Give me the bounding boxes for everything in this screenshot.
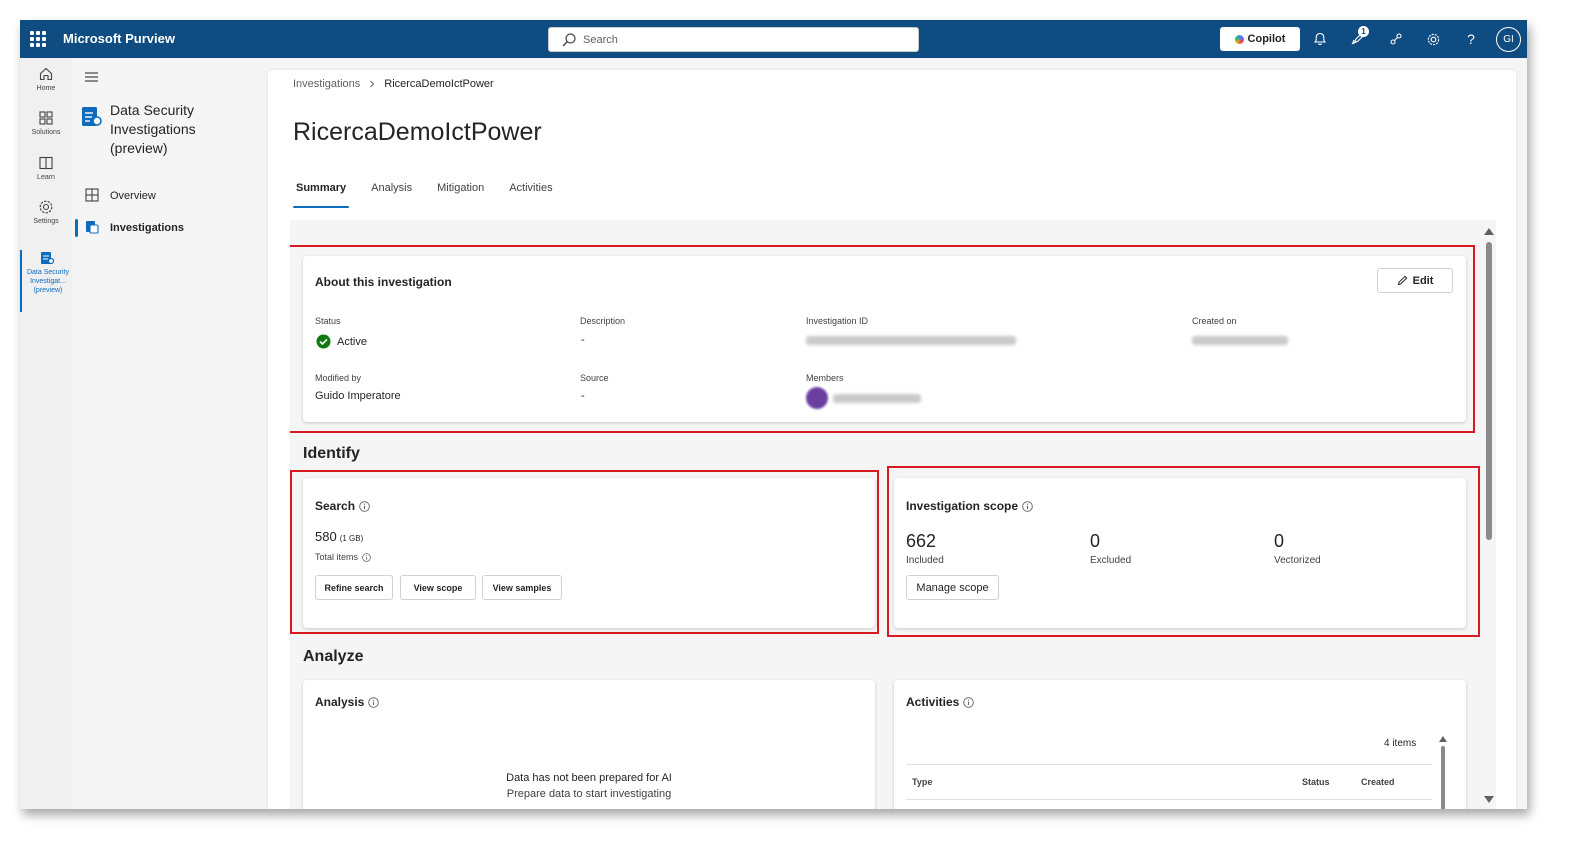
analysis-empty-subtitle: Prepare data to start investigating <box>506 788 672 800</box>
highlight-search <box>290 470 879 634</box>
app-title[interactable]: Microsoft Purview <box>63 31 175 46</box>
info-icon[interactable] <box>368 696 380 708</box>
tab-summary[interactable]: Summary <box>293 182 350 208</box>
tab-mitigation[interactable]: Mitigation <box>434 182 487 208</box>
breadcrumb-current: RicercaDemoIctPower <box>384 78 494 90</box>
rocket-icon[interactable]: 1 <box>1348 26 1369 49</box>
analysis-card-title: Analysis <box>315 695 380 709</box>
scroll-up-icon[interactable] <box>1484 228 1494 235</box>
rail-item-solutions[interactable]: Solutions <box>20 110 72 137</box>
bell-icon[interactable] <box>1310 29 1330 49</box>
user-avatar[interactable]: GI <box>1496 27 1521 52</box>
scroll-down-icon[interactable] <box>1484 796 1494 803</box>
waffle-icon[interactable] <box>30 31 46 47</box>
hamburger-icon[interactable] <box>84 70 100 89</box>
sidenav-item-label: Overview <box>110 190 156 202</box>
nav-header-title: Data Security Investigations (preview) <box>110 102 196 156</box>
top-bar: Microsoft Purview Copilot 1 ? GI <box>20 20 1527 58</box>
info-icon[interactable] <box>963 696 975 708</box>
share-icon[interactable] <box>1386 29 1406 49</box>
breadcrumb-parent[interactable]: Investigations <box>293 78 360 90</box>
table-divider <box>906 799 1432 800</box>
tab-activities[interactable]: Activities <box>506 182 555 208</box>
sidenav-item-investigations[interactable]: Investigations <box>72 215 268 241</box>
activities-card-title: Activities <box>906 695 975 709</box>
column-header-type[interactable]: Type <box>912 777 932 787</box>
rail-label: Solutions <box>31 129 61 136</box>
investigation-icon <box>41 252 55 265</box>
highlight-scope <box>887 466 1480 637</box>
rail-item-home[interactable]: Home <box>20 66 72 93</box>
analysis-card-title-text: Analysis <box>315 695 365 709</box>
breadcrumb: Investigations RicercaDemoIctPower <box>293 78 494 90</box>
tab-list: Summary Analysis Mitigation Activities <box>293 182 575 208</box>
sidenav-item-overview[interactable]: Overview <box>72 183 268 209</box>
solutions-icon <box>39 111 53 125</box>
highlight-about <box>290 245 1475 433</box>
overview-icon <box>85 188 99 202</box>
investigation-icon <box>82 107 102 126</box>
analysis-empty-title: Data has not been prepared for AI <box>506 772 672 784</box>
notification-badge: 1 <box>1358 26 1369 37</box>
side-nav: Data Security Investigations (preview) O… <box>72 58 268 809</box>
rail-label: Learn <box>37 174 55 181</box>
identify-heading: Identify <box>303 445 360 462</box>
page-title: RicercaDemoIctPower <box>293 118 542 146</box>
gear-icon[interactable] <box>1423 29 1443 49</box>
scroll-thumb[interactable] <box>1441 746 1445 809</box>
rail-item-settings[interactable]: Settings <box>20 199 72 226</box>
column-header-created[interactable]: Created <box>1361 777 1395 787</box>
activities-card-title-text: Activities <box>906 695 960 709</box>
activities-scrollbar[interactable] <box>1439 736 1447 809</box>
scroll-thumb[interactable] <box>1486 242 1492 540</box>
summary-content: About this investigation Edit Status Act… <box>290 220 1496 809</box>
chevron-right-icon <box>370 80 375 88</box>
analysis-card: Analysis Data has not been prepared for … <box>303 680 875 809</box>
scroll-up-icon[interactable] <box>1439 736 1447 742</box>
table-divider <box>906 764 1432 765</box>
search-icon <box>562 33 576 47</box>
rail-label: Home <box>36 85 56 92</box>
column-header-status[interactable]: Status <box>1302 777 1330 787</box>
home-icon <box>39 67 53 81</box>
copilot-button[interactable]: Copilot <box>1220 27 1300 51</box>
sidenav-item-label: Investigations <box>110 222 184 234</box>
main-panel: Investigations RicercaDemoIctPower Ricer… <box>268 70 1516 809</box>
activities-card: Activities 4 items Type Status Created <box>894 680 1466 809</box>
app-window: Microsoft Purview Copilot 1 ? GI Home <box>20 20 1527 809</box>
rail-label: Settings <box>33 218 59 225</box>
tab-analysis[interactable]: Analysis <box>368 182 415 208</box>
rail-item-dsi[interactable]: Data Security Investigat... (preview) <box>20 250 72 312</box>
analyze-heading: Analyze <box>303 648 364 665</box>
help-icon[interactable]: ? <box>1461 29 1481 49</box>
gear-icon <box>39 200 53 214</box>
rail-item-learn[interactable]: Learn <box>20 155 72 182</box>
rail-label: Data Security Investigat... (preview) <box>26 269 70 294</box>
copilot-icon <box>1234 34 1244 44</box>
app-rail: Home Solutions Learn Settings Data Secur… <box>20 58 72 809</box>
activities-count: 4 items <box>1384 738 1417 749</box>
global-search[interactable] <box>548 27 919 52</box>
search-input[interactable] <box>583 31 903 49</box>
investigations-icon <box>86 221 99 234</box>
copilot-label: Copilot <box>1247 33 1286 45</box>
active-indicator <box>75 219 78 237</box>
main-scrollbar[interactable] <box>1484 228 1494 808</box>
book-icon <box>39 156 53 170</box>
